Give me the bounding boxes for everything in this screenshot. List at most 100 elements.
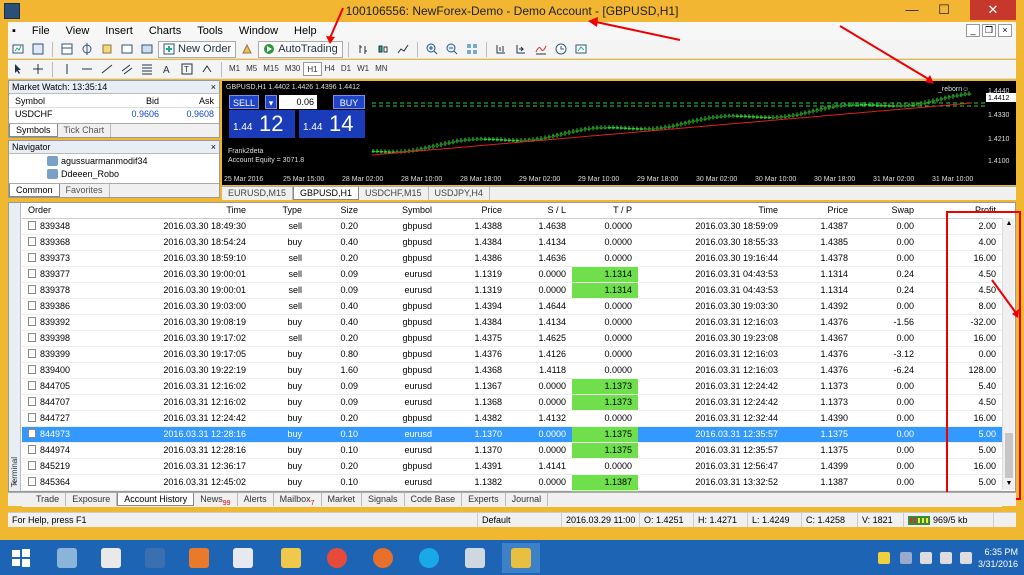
timeframe-mn[interactable]: MN (372, 62, 390, 76)
menu-charts[interactable]: Charts (141, 22, 189, 40)
mdi-restore-button[interactable]: ❐ (982, 24, 996, 37)
table-row[interactable]: 839378 2016.03.30 19:00:01 sell 0.09 eurusd 1… (22, 282, 1002, 299)
market-watch-row[interactable]: USDCHF 0.9606 0.9608 (9, 108, 219, 120)
market-watch-icon[interactable] (58, 41, 76, 58)
tab-signals[interactable]: Signals (362, 493, 405, 506)
timeframe-m30[interactable]: M30 (282, 62, 304, 76)
table-row[interactable]: 839368 2016.03.30 18:54:24 buy 0.40 gbpusd 1.… (22, 234, 1002, 251)
tab-tick-chart[interactable]: Tick Chart (58, 124, 112, 137)
col-swap[interactable]: Swap (854, 203, 920, 219)
price-scale[interactable]: 1.4440 1.4412 1.4330 1.4210 1.4100 (986, 81, 1016, 185)
timeframe-m5[interactable]: M5 (243, 62, 260, 76)
tab-common[interactable]: Common (9, 184, 60, 197)
col-order[interactable]: Order (22, 203, 98, 219)
zoom-out-icon[interactable] (443, 41, 461, 58)
table-row[interactable]: 839399 2016.03.30 19:17:05 buy 0.80 gbpusd 1.… (22, 346, 1002, 363)
close-icon[interactable]: × (211, 81, 216, 93)
tab-experts[interactable]: Experts (462, 493, 506, 506)
chart-shift-icon[interactable] (492, 41, 510, 58)
taskbar-app-1[interactable] (48, 543, 86, 573)
cursor-icon[interactable] (9, 61, 27, 78)
table-row[interactable]: 839377 2016.03.30 19:00:01 sell 0.09 eurusd 1… (22, 266, 1002, 283)
taskbar-metatrader[interactable] (502, 543, 540, 573)
fibonacci-icon[interactable] (138, 61, 156, 78)
text-label-icon[interactable]: T (178, 61, 196, 78)
table-row[interactable]: 839400 2016.03.30 19:22:19 buy 1.60 gbpusd 1.… (22, 362, 1002, 379)
trendline-icon[interactable] (98, 61, 116, 78)
navigator-item-expert[interactable]: agussuarmanmodif34 (9, 154, 219, 167)
menu-file[interactable]: File (24, 22, 58, 40)
status-connection[interactable]: 969/5 kb (904, 513, 994, 527)
periods-icon[interactable] (552, 41, 570, 58)
indicators-icon[interactable] (532, 41, 550, 58)
vertical-line-icon[interactable] (58, 61, 76, 78)
tray-flag-icon[interactable] (920, 552, 932, 564)
table-row[interactable]: 845364 2016.03.31 12:45:02 buy 0.10 eurusd 1.… (22, 474, 1002, 491)
mdi-close-button[interactable]: × (998, 24, 1012, 37)
sell-price[interactable]: 1.44 12 (229, 110, 295, 138)
table-row[interactable]: 844973 2016.03.31 12:28:16 buy 0.10 eurusd 1.… (22, 426, 1002, 443)
table-row[interactable]: 844974 2016.03.31 12:28:16 buy 0.10 eurusd 1.… (22, 442, 1002, 459)
tab-market[interactable]: Market (322, 493, 363, 506)
templates-icon[interactable] (572, 41, 590, 58)
auto-trading-button[interactable]: AutoTrading (258, 40, 343, 58)
tray-shield-icon[interactable] (878, 552, 890, 564)
taskbar-app-3[interactable] (136, 543, 174, 573)
taskbar-app-4[interactable] (180, 543, 218, 573)
navigator-icon[interactable] (98, 41, 116, 58)
table-row[interactable]: 844705 2016.03.31 12:16:02 buy 0.09 eurusd 1.… (22, 378, 1002, 395)
metaeditor-icon[interactable] (238, 41, 256, 58)
close-icon[interactable]: × (211, 141, 216, 153)
lot-dropdown-icon[interactable]: ▾ (265, 95, 277, 109)
timeframe-w1[interactable]: W1 (354, 62, 372, 76)
table-row[interactable]: 839392 2016.03.30 19:08:19 buy 0.40 gbpusd 1.… (22, 314, 1002, 331)
tab-alerts[interactable]: Alerts (238, 493, 274, 506)
tray-arrow-icon[interactable] (900, 552, 912, 564)
tab-mailbox[interactable]: Mailbox7 (274, 493, 322, 507)
col-type[interactable]: Type (252, 203, 308, 219)
buy-button[interactable]: BUY (333, 95, 365, 109)
new-chart-icon[interactable] (9, 41, 27, 58)
close-button[interactable]: ✕ (970, 0, 1016, 20)
tab-favorites[interactable]: Favorites (60, 184, 110, 197)
taskbar-firefox[interactable] (364, 543, 402, 573)
tab-code-base[interactable]: Code Base (405, 493, 463, 506)
col-close-time[interactable]: Time (638, 203, 784, 219)
col-symbol[interactable]: Symbol (9, 94, 104, 107)
col-open-price[interactable]: Price (438, 203, 508, 219)
col-open-time[interactable]: Time (98, 203, 252, 219)
maximize-button[interactable]: ☐ (930, 0, 958, 20)
timeframe-m15[interactable]: M15 (260, 62, 282, 76)
tray-network-icon[interactable] (940, 552, 952, 564)
crosshair-icon[interactable] (29, 61, 47, 78)
tab-exposure[interactable]: Exposure (66, 493, 118, 506)
taskbar-explorer[interactable] (272, 543, 310, 573)
close-icon[interactable]: × (10, 205, 19, 487)
tab-news[interactable]: News99 (194, 493, 238, 507)
taskbar-chrome[interactable] (318, 543, 356, 573)
col-bid[interactable]: Bid (104, 94, 159, 107)
autoscroll-icon[interactable] (512, 41, 530, 58)
lot-size-input[interactable]: 0.06 (279, 95, 317, 109)
timeframe-h1[interactable]: H1 (303, 62, 322, 76)
new-order-button[interactable]: New Order (158, 40, 237, 58)
tab-chart-usdjpy[interactable]: USDJPY,H4 (429, 187, 490, 200)
table-row[interactable]: 839386 2016.03.30 19:03:00 sell 0.40 gbpusd 1… (22, 298, 1002, 315)
tester-icon[interactable] (138, 41, 156, 58)
tab-chart-gbpusd[interactable]: GBPUSD,H1 (293, 187, 360, 200)
tab-account-history[interactable]: Account History (117, 493, 195, 506)
table-row[interactable]: 839348 2016.03.30 18:49:30 sell 0.20 gbpusd 1… (22, 218, 1002, 235)
col-take-profit[interactable]: T / P (572, 203, 638, 219)
line-chart-icon[interactable] (394, 41, 412, 58)
navigator-item-expert[interactable]: Ddeeen_Robo (9, 167, 219, 180)
table-row[interactable]: 839373 2016.03.30 18:59:10 sell 0.20 gbpusd 1… (22, 250, 1002, 267)
arrows-icon[interactable] (198, 61, 216, 78)
taskbar-skype[interactable] (410, 543, 448, 573)
start-button[interactable] (2, 543, 40, 573)
col-symbol[interactable]: Symbol (364, 203, 438, 219)
bar-chart-icon[interactable] (354, 41, 372, 58)
taskbar-app-2[interactable] (92, 543, 130, 573)
tab-chart-usdchf[interactable]: USDCHF,M15 (359, 187, 429, 200)
timeframe-h4[interactable]: H4 (322, 62, 338, 76)
table-row[interactable]: 845219 2016.03.31 12:36:17 buy 0.20 gbpusd 1.… (22, 458, 1002, 475)
